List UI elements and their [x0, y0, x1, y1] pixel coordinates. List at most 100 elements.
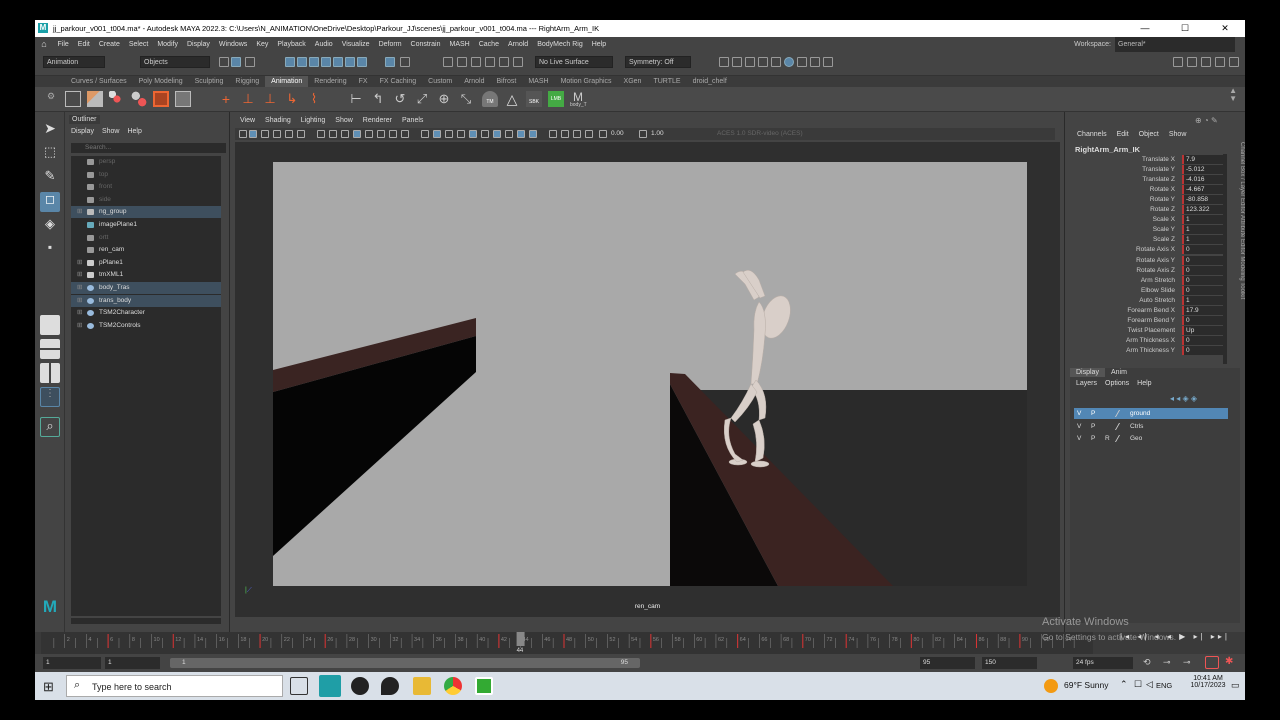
attribute-name[interactable]: Rotate X	[1150, 185, 1175, 195]
attribute-value[interactable]: 0	[1182, 275, 1225, 285]
channels-menu-edit[interactable]: Edit	[1117, 131, 1129, 138]
parent-constraint-icon[interactable]: ⊢	[348, 91, 364, 107]
outliner-search-input[interactable]: Search...	[71, 143, 226, 153]
outliner-menu-show[interactable]: Show	[102, 128, 120, 135]
smooth-shade-icon[interactable]	[421, 130, 429, 138]
outliner-item[interactable]: ⊞ TSM2Character	[71, 307, 221, 319]
layer-tab-anim[interactable]: Anim	[1105, 368, 1133, 377]
ik-handle-icon[interactable]: ⊥	[240, 91, 256, 107]
start-frame-field[interactable]: 1	[43, 657, 101, 669]
menu-file[interactable]: File	[53, 37, 73, 52]
menu-create[interactable]: Create	[94, 37, 124, 52]
pole-vector-icon[interactable]: ⤡	[458, 91, 474, 107]
reference-toggle[interactable]: R	[1105, 433, 1110, 444]
viewport-menu-renderer[interactable]: Renderer	[363, 117, 392, 124]
live-surface-select[interactable]: No Live Surface	[535, 56, 613, 68]
lock-icon[interactable]	[400, 57, 410, 67]
channel-attribute[interactable]: Rotate Z 123.322	[1075, 205, 1225, 215]
snap-view-icon[interactable]	[321, 57, 331, 67]
attribute-name[interactable]: Rotate Z	[1150, 205, 1175, 215]
clock[interactable]: 10:41 AM 10/17/2023	[1188, 675, 1228, 689]
two-pane-icon[interactable]	[40, 363, 60, 383]
preferences-icon[interactable]: ✱	[1225, 656, 1233, 667]
grease-pencil-icon[interactable]	[297, 130, 305, 138]
menu-arnold[interactable]: Arnold	[503, 37, 532, 52]
dope-sheet-icon[interactable]	[109, 91, 125, 107]
layer-name[interactable]: ground	[1130, 408, 1150, 419]
channel-attribute[interactable]: Twist Placement Up	[1075, 325, 1225, 336]
outliner-menu-display[interactable]: Display	[71, 128, 94, 135]
menu-set-select[interactable]: Animation	[43, 56, 105, 68]
resolution-gate-icon[interactable]	[341, 130, 349, 138]
range-bar[interactable]: 1 95	[170, 658, 640, 668]
body-tool-icon[interactable]: Mbody_T	[570, 91, 587, 108]
channel-attribute[interactable]: Translate Y -5.012	[1075, 165, 1225, 175]
wireframe-on-shaded-icon[interactable]	[433, 130, 441, 138]
four-pane-icon[interactable]	[40, 339, 60, 359]
layer-menu-options[interactable]: Options	[1105, 380, 1129, 387]
playblast-icon[interactable]	[65, 91, 81, 107]
attribute-editor-icon[interactable]	[1187, 57, 1197, 67]
network-icon[interactable]: ☐	[1134, 679, 1142, 690]
ipr-icon[interactable]	[745, 57, 755, 67]
menu-key[interactable]: Key	[252, 37, 273, 52]
xray-icon[interactable]	[549, 130, 557, 138]
attribute-name[interactable]: Translate Y	[1142, 165, 1175, 175]
trax-editor-icon[interactable]	[131, 91, 147, 107]
attribute-value[interactable]: Up	[1182, 325, 1225, 335]
viewport-menu-view[interactable]: View	[240, 117, 255, 124]
select-arrow-icon[interactable]: ➤	[40, 120, 60, 140]
attribute-name[interactable]: Auto Stretch	[1139, 296, 1175, 306]
snap-rotate-icon[interactable]	[357, 57, 367, 67]
tm-tool-icon[interactable]: TM	[482, 91, 498, 107]
playback-toggle[interactable]: P	[1091, 433, 1095, 444]
windows-start-icon[interactable]: ⊞	[43, 679, 54, 695]
outliner-item[interactable]: ⊞ ng_group	[71, 206, 221, 219]
exposure-value[interactable]: 0.00	[611, 128, 624, 140]
attribute-value[interactable]: -4.667	[1182, 185, 1225, 195]
point-constraint-icon[interactable]: ↰	[370, 91, 386, 107]
safe-action-icon[interactable]	[377, 130, 385, 138]
outliner-tab[interactable]: Outliner	[69, 115, 100, 124]
outliner-item[interactable]: ⊞ body_Tras	[71, 282, 221, 294]
move-tool-icon[interactable]: ◻	[40, 192, 60, 212]
attribute-name[interactable]: Forearm Bend Y	[1127, 316, 1175, 326]
camtasia-icon[interactable]	[475, 677, 493, 695]
language-indicator[interactable]: ENG	[1156, 681, 1172, 690]
image-plane-icon[interactable]	[273, 130, 281, 138]
anti-alias-icon[interactable]	[505, 130, 513, 138]
outliner-layout-icon[interactable]: ⋮	[40, 387, 60, 407]
expand-icon[interactable]: ⊞	[77, 257, 82, 269]
maya-home-icon[interactable]: M	[40, 597, 60, 617]
safe-title-icon[interactable]	[389, 130, 397, 138]
grid-icon[interactable]	[317, 130, 325, 138]
render-frame-icon[interactable]	[719, 57, 729, 67]
single-pane-icon[interactable]	[40, 315, 60, 335]
wireframe-icon[interactable]	[401, 130, 409, 138]
channel-attribute[interactable]: Scale Z 1	[1075, 235, 1225, 245]
textured-icon[interactable]	[445, 130, 453, 138]
shelf-tab-poly-modeling[interactable]: Poly Modeling	[133, 76, 189, 87]
task-view-icon[interactable]	[290, 677, 308, 695]
outliner-scrollbar[interactable]	[71, 618, 221, 624]
menu-mash[interactable]: MASH	[445, 37, 474, 52]
outliner-item[interactable]: imagePlane1	[71, 219, 221, 231]
lasso-icon[interactable]: ⬚	[40, 144, 60, 164]
attribute-name[interactable]: Arm Thickness X	[1126, 336, 1175, 346]
attribute-name[interactable]: Translate Z	[1142, 175, 1175, 185]
current-frame-marker[interactable]	[516, 632, 525, 646]
viewport-menu-panels[interactable]: Panels	[402, 117, 423, 124]
expand-icon[interactable]: ⊞	[77, 307, 82, 319]
outliner-item[interactable]: persp	[71, 156, 221, 168]
layer-row[interactable]: V Pground	[1074, 408, 1228, 419]
attribute-value[interactable]: 123.322	[1182, 205, 1225, 215]
gamma-icon[interactable]	[639, 130, 647, 138]
autokey-toggle-icon[interactable]	[1205, 656, 1219, 669]
attribute-name[interactable]: Scale Y	[1153, 225, 1175, 235]
orient-constraint-icon[interactable]: ↺	[392, 91, 408, 107]
timeline-track[interactable]	[41, 632, 1093, 654]
ambient-occlusion-icon[interactable]	[481, 130, 489, 138]
taskbar-search-input[interactable]: Type here to search	[66, 675, 283, 697]
outliner-item[interactable]: side	[71, 194, 221, 206]
chrome-icon[interactable]	[444, 677, 462, 695]
